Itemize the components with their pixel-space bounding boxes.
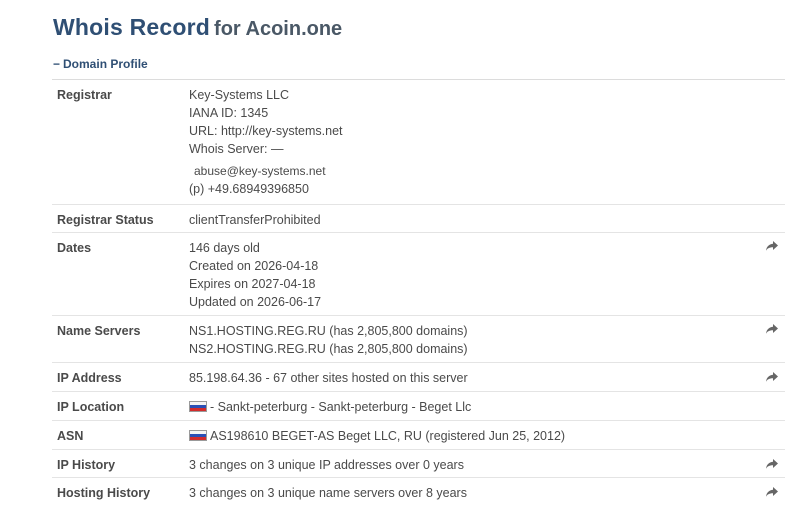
- registrar-whois-server: Whois Server: —: [189, 142, 284, 156]
- row-registrar-status: Registrar Status clientTransferProhibite…: [52, 205, 785, 233]
- row-ip-address: IP Address 85.198.64.36 - 67 other sites…: [52, 363, 785, 392]
- share-arrow-icon[interactable]: [765, 486, 779, 498]
- registrar-name: Key-Systems LLC: [189, 88, 290, 102]
- row-registrar: Registrar Key-Systems LLC IANA ID: 1345 …: [52, 80, 785, 205]
- expires-date: Expires on 2027-04-18: [189, 277, 316, 291]
- registrar-phone: (p) +49.68949396850: [189, 182, 309, 196]
- whois-page: Whois Record for Acoin.one − Domain Profil…: [0, 0, 800, 513]
- created-date: Created on 2026-04-18: [189, 259, 319, 273]
- asn-value: AS198610 BEGET-AS Beget LLC, RU (registe…: [210, 429, 566, 443]
- collapse-icon: −: [53, 57, 61, 71]
- domain-profile-table: Registrar Key-Systems LLC IANA ID: 1345 …: [52, 80, 785, 508]
- share-arrow-icon[interactable]: [765, 371, 779, 383]
- ip-address-value: 85.198.64.36 - 67 other sites hosted on …: [189, 371, 468, 385]
- page-title-domain: for Acoin.one: [214, 18, 343, 40]
- row-label: IP Address: [57, 371, 122, 385]
- name-server-2: NS2.HOSTING.REG.RU (has 2,805,800 domain…: [189, 342, 468, 356]
- domain-age: 146 days old: [189, 241, 260, 255]
- row-value: 3 changes on 3 unique IP addresses over …: [189, 456, 464, 474]
- row-value: 146 days old Created on 2026-04-18 Expir…: [189, 239, 321, 311]
- share-arrow-icon[interactable]: [765, 458, 779, 470]
- registrar-value: Key-Systems LLC IANA ID: 1345 URL: http:…: [189, 86, 343, 198]
- row-asn: ASN AS198610 BEGET-AS Beget LLC, RU (reg…: [52, 421, 785, 450]
- row-label: Registrar Status: [57, 213, 154, 227]
- page-title: Whois Record for Acoin.one: [53, 6, 342, 43]
- section-label: Domain Profile: [63, 57, 148, 71]
- row-hosting-history: Hosting History 3 changes on 3 unique na…: [52, 478, 785, 508]
- status-value: clientTransferProhibited: [189, 213, 321, 227]
- row-label: ASN: [57, 429, 84, 443]
- ip-history-value: 3 changes on 3 unique IP addresses over …: [189, 458, 464, 472]
- ip-location-value: - Sankt-peterburg - Sankt-peterburg - Be…: [210, 400, 472, 414]
- row-label: Hosting History: [57, 486, 151, 500]
- page-title-main: Whois Record: [53, 14, 211, 40]
- row-label: Dates: [57, 241, 92, 255]
- registrar-url: URL: http://key-systems.net: [189, 124, 343, 138]
- domain-profile-toggle[interactable]: − Domain Profile: [53, 57, 148, 71]
- row-value: NS1.HOSTING.REG.RU (has 2,805,800 domain…: [189, 322, 468, 358]
- row-dates: Dates 146 days old Created on 2026-04-18…: [52, 233, 785, 316]
- row-value: - Sankt-peterburg - Sankt-peterburg - Be…: [189, 398, 471, 416]
- row-label: IP Location: [57, 400, 125, 414]
- row-label: IP History: [57, 458, 116, 472]
- row-name-servers: Name Servers NS1.HOSTING.REG.RU (has 2,8…: [52, 316, 785, 363]
- hosting-history-value: 3 changes on 3 unique name servers over …: [189, 486, 467, 500]
- row-ip-location: IP Location - Sankt-peterburg - Sankt-pe…: [52, 392, 785, 421]
- updated-date: Updated on 2026-06-17: [189, 295, 322, 309]
- registrar-abuse-email: abuse@key-systems.net: [194, 164, 326, 178]
- row-value: clientTransferProhibited: [189, 211, 321, 229]
- row-ip-history: IP History 3 changes on 3 unique IP addr…: [52, 450, 785, 478]
- russia-flag-icon: [189, 401, 207, 412]
- row-label: Name Servers: [57, 324, 141, 338]
- registrar-iana-id: IANA ID: 1345: [189, 106, 269, 120]
- row-value: 85.198.64.36 - 67 other sites hosted on …: [189, 369, 468, 387]
- russia-flag-icon: [189, 430, 207, 441]
- row-label: Registrar: [57, 88, 112, 102]
- row-value: AS198610 BEGET-AS Beget LLC, RU (registe…: [189, 427, 565, 445]
- share-arrow-icon[interactable]: [765, 323, 779, 335]
- share-arrow-icon[interactable]: [765, 240, 779, 252]
- row-value: 3 changes on 3 unique name servers over …: [189, 484, 467, 502]
- name-server-1: NS1.HOSTING.REG.RU (has 2,805,800 domain…: [189, 324, 468, 338]
